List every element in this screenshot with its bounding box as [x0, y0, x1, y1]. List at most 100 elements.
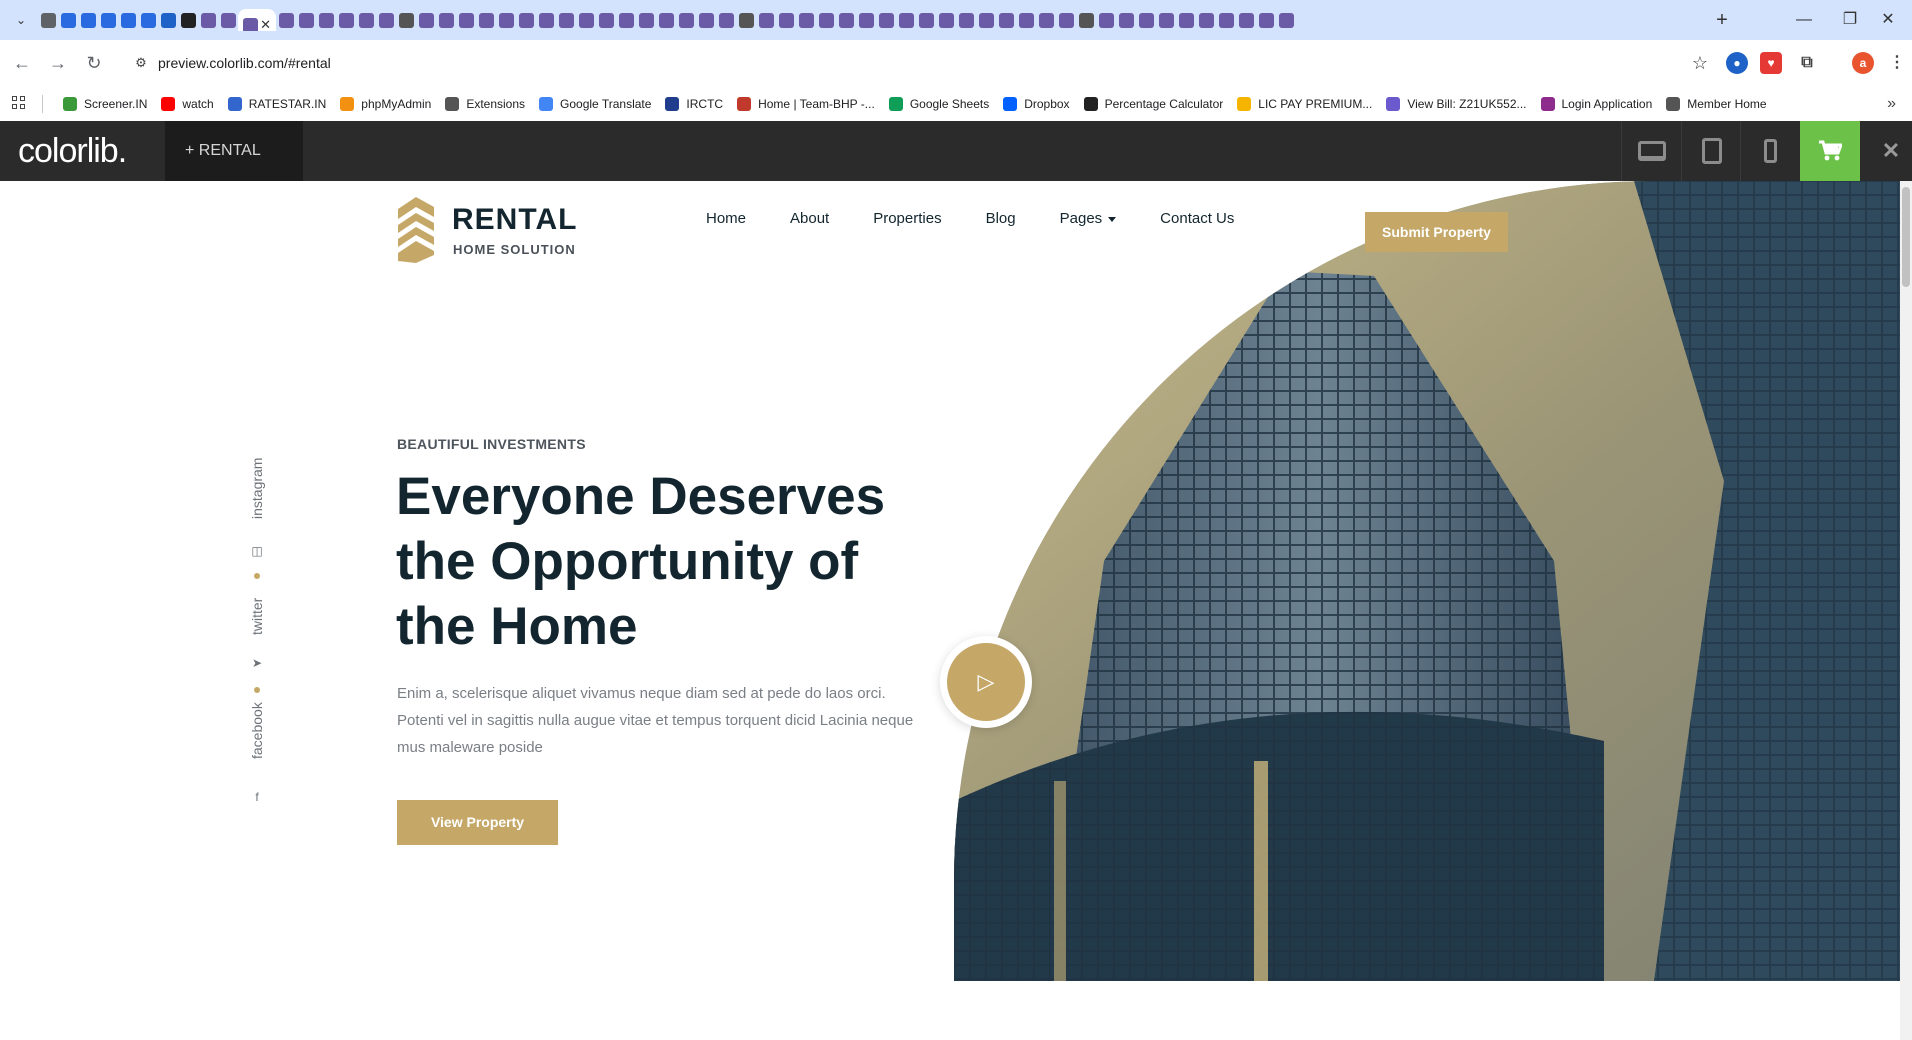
tab[interactable] [736, 9, 756, 31]
tab[interactable] [536, 9, 556, 31]
tab[interactable] [436, 9, 456, 31]
tab[interactable] [1216, 9, 1236, 31]
page-scrollbar[interactable] [1900, 181, 1912, 1040]
tab[interactable] [218, 9, 238, 31]
new-tab-button[interactable]: + [1708, 6, 1736, 34]
tab-search-button[interactable]: ⌄ [10, 9, 32, 31]
extension-icon[interactable]: ● [1726, 52, 1748, 74]
tab[interactable] [1016, 9, 1036, 31]
bookmark-item[interactable]: View Bill: Z21UK552... [1379, 90, 1533, 118]
submit-property-button[interactable]: Submit Property [1365, 212, 1508, 252]
tab[interactable] [1196, 9, 1216, 31]
tab[interactable] [916, 9, 936, 31]
site-logo[interactable]: RENTAL HOME SOLUTION [396, 195, 576, 267]
instagram-link[interactable]: instagram [249, 458, 265, 519]
desktop-view-icon[interactable] [1621, 121, 1681, 181]
twitter-icon[interactable]: ➤ [251, 656, 263, 670]
tab[interactable] [976, 9, 996, 31]
tab[interactable] [596, 9, 616, 31]
profile-avatar[interactable]: a [1852, 52, 1874, 74]
bookmark-item[interactable]: Screener.IN [56, 90, 154, 118]
tab[interactable] [676, 9, 696, 31]
bookmark-item[interactable]: Member Home [1659, 90, 1773, 118]
cart-button[interactable] [1800, 121, 1860, 181]
tab[interactable] [396, 9, 416, 31]
tab[interactable] [456, 9, 476, 31]
video-play-button[interactable]: ▷ [940, 636, 1032, 728]
tab[interactable] [416, 9, 436, 31]
tab[interactable] [78, 9, 98, 31]
bookmark-item[interactable]: Percentage Calculator [1077, 90, 1231, 118]
tab[interactable] [936, 9, 956, 31]
tab[interactable] [178, 9, 198, 31]
tab[interactable] [1236, 9, 1256, 31]
tab[interactable] [1276, 9, 1296, 31]
window-close-button[interactable]: ✕ [1860, 0, 1912, 40]
close-preview-button[interactable]: ✕ [1870, 121, 1912, 181]
tab[interactable] [496, 9, 516, 31]
tab[interactable] [1156, 9, 1176, 31]
twitter-link[interactable]: twitter [249, 598, 265, 635]
tab[interactable] [98, 9, 118, 31]
nav-pages-dropdown[interactable]: Pages [1060, 209, 1117, 229]
bookmark-item[interactable]: IRCTC [658, 90, 730, 118]
more-bookmarks-button[interactable]: » [1887, 86, 1896, 122]
extensions-puzzle-icon[interactable]: ⧉ [1796, 52, 1818, 74]
tab[interactable] [896, 9, 916, 31]
tab[interactable] [1036, 9, 1056, 31]
forward-button[interactable]: → [44, 49, 72, 77]
mobile-view-icon[interactable] [1740, 121, 1800, 181]
tablet-view-icon[interactable] [1681, 121, 1741, 181]
tab[interactable] [696, 9, 716, 31]
tab-active[interactable]: ✕ [238, 9, 276, 31]
bookmark-item[interactable]: Dropbox [996, 90, 1076, 118]
tab-close-icon[interactable]: ✕ [260, 17, 271, 31]
tab[interactable] [58, 9, 78, 31]
tab[interactable] [38, 9, 58, 31]
tab[interactable] [1176, 9, 1196, 31]
bookmark-item[interactable]: Extensions [438, 90, 532, 118]
tab[interactable] [376, 9, 396, 31]
tab[interactable] [616, 9, 636, 31]
tab[interactable] [796, 9, 816, 31]
nav-about[interactable]: About [790, 209, 829, 229]
tab[interactable] [856, 9, 876, 31]
instagram-icon[interactable]: ◫ [251, 544, 263, 558]
bookmark-item[interactable]: phpMyAdmin [333, 90, 438, 118]
tab[interactable] [296, 9, 316, 31]
site-info-icon[interactable]: ⚙ [132, 54, 150, 72]
tab[interactable] [1136, 9, 1156, 31]
tab[interactable] [118, 9, 138, 31]
bookmark-item[interactable]: Google Sheets [882, 90, 996, 118]
colorlib-logo[interactable]: colorlib. [18, 121, 127, 181]
tab[interactable] [1116, 9, 1136, 31]
bookmark-item[interactable]: RATESTAR.IN [221, 90, 334, 118]
tab[interactable] [356, 9, 376, 31]
tab[interactable] [876, 9, 896, 31]
tab[interactable] [138, 9, 158, 31]
bookmark-item[interactable]: watch [154, 90, 220, 118]
tab[interactable] [956, 9, 976, 31]
tab[interactable] [816, 9, 836, 31]
browser-menu-icon[interactable]: ⋮ [1886, 52, 1908, 74]
tab[interactable] [336, 9, 356, 31]
address-bar[interactable]: ⚙ preview.colorlib.com/#rental ☆ [124, 46, 1720, 80]
tab[interactable] [836, 9, 856, 31]
tab[interactable] [636, 9, 656, 31]
tab[interactable] [158, 9, 178, 31]
bookmark-item[interactable]: Google Translate [532, 90, 658, 118]
tab[interactable] [516, 9, 536, 31]
tab[interactable] [1056, 9, 1076, 31]
apps-grid-icon[interactable] [12, 96, 28, 112]
tab[interactable] [476, 9, 496, 31]
tab[interactable] [996, 9, 1016, 31]
back-button[interactable]: ← [8, 49, 36, 77]
reload-button[interactable]: ↻ [80, 49, 108, 77]
tab[interactable] [656, 9, 676, 31]
tab[interactable] [1076, 9, 1096, 31]
bookmark-item[interactable]: LIC PAY PREMIUM... [1230, 90, 1379, 118]
tab[interactable] [756, 9, 776, 31]
tab[interactable] [1096, 9, 1116, 31]
tab[interactable] [576, 9, 596, 31]
tab[interactable] [316, 9, 336, 31]
